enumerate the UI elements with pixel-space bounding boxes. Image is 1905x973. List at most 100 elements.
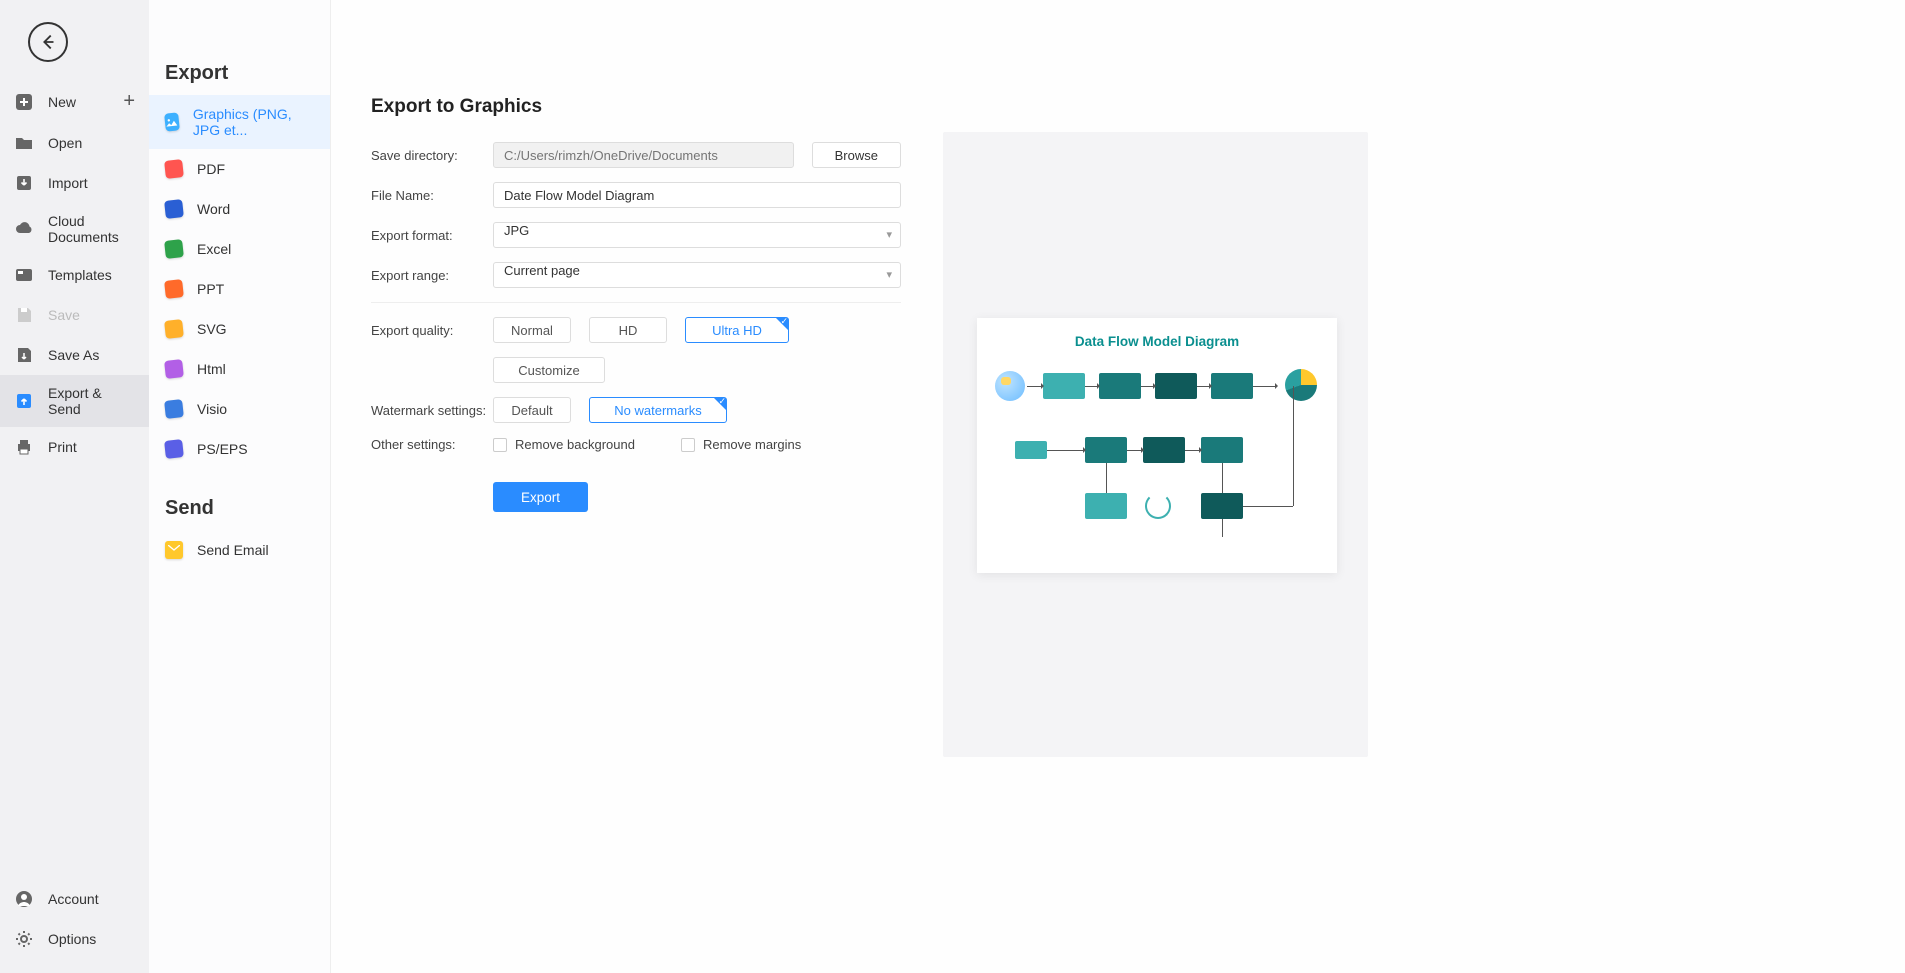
rail-label: Export & Send (48, 385, 135, 417)
row-file-name: File Name: (371, 182, 901, 208)
form-title: Export to Graphics (371, 96, 901, 118)
row-other: Other settings: Remove background Remove… (371, 437, 901, 452)
file-name-input[interactable] (493, 182, 901, 208)
label-quality: Export quality: (371, 323, 493, 338)
row-customize: Customize (371, 357, 901, 383)
format-label: Visio (197, 401, 227, 417)
pie-chart-icon (1285, 369, 1317, 401)
rail-item-saveas[interactable]: Save As (0, 335, 149, 375)
label-file-name: File Name: (371, 188, 493, 203)
rail-label: Print (48, 439, 77, 455)
label-range: Export range: (371, 268, 493, 283)
format-label: Excel (197, 241, 231, 257)
label-format: Export format: (371, 228, 493, 243)
export-icon (14, 391, 34, 411)
rail-label: Cloud Documents (48, 213, 135, 245)
row-export-btn: Export (371, 482, 901, 512)
preview-diagram (995, 363, 1319, 553)
templates-icon (14, 265, 34, 285)
label-other: Other settings: (371, 437, 493, 452)
rail-label: Open (48, 135, 82, 151)
ppt-icon (164, 279, 184, 299)
refresh-icon (1145, 493, 1171, 519)
main-content: Export to Graphics Save directory: Brows… (331, 0, 1905, 973)
rail-item-templates[interactable]: Templates (0, 255, 149, 295)
rail-label: Import (48, 175, 88, 191)
visio-icon (164, 399, 184, 419)
quality-ultra-hd[interactable]: Ultra HD (685, 317, 789, 343)
diagram-node (1015, 441, 1047, 459)
preview-document: Data Flow Model Diagram (977, 318, 1337, 573)
send-label: Send Email (197, 542, 269, 558)
quality-hd[interactable]: HD (589, 317, 667, 343)
image-icon (164, 112, 180, 131)
export-heading: Export (149, 62, 330, 95)
range-select[interactable]: Current page (493, 262, 901, 288)
format-item-pdf[interactable]: PDF (149, 149, 330, 189)
send-item-email[interactable]: Send Email (149, 530, 330, 570)
format-label: PPT (197, 281, 224, 297)
save-directory-input[interactable] (493, 142, 794, 168)
rail-item-cloud[interactable]: Cloud Documents (0, 203, 149, 255)
import-icon (14, 173, 34, 193)
save-icon (14, 305, 34, 325)
export-format-column: Export Graphics (PNG, JPG et... PDF Word… (149, 0, 331, 973)
quality-normal[interactable]: Normal (493, 317, 571, 343)
diagram-node (1211, 373, 1253, 399)
preview-panel: Data Flow Model Diagram (943, 132, 1368, 757)
diagram-node (1085, 493, 1127, 519)
diagram-node (1143, 437, 1185, 463)
account-icon (14, 889, 34, 909)
rail-label: Save (48, 307, 80, 323)
excel-icon (164, 239, 184, 259)
remove-margins-checkbox[interactable]: Remove margins (681, 437, 801, 452)
format-label: Html (197, 361, 226, 377)
diagram-node (1085, 437, 1127, 463)
rail-item-open[interactable]: Open (0, 123, 149, 163)
format-item-excel[interactable]: Excel (149, 229, 330, 269)
new-plus-icon[interactable]: + (123, 90, 135, 113)
rail-bottom: Account Options (0, 879, 149, 973)
browse-button[interactable]: Browse (812, 142, 901, 168)
diagram-node (1201, 493, 1243, 519)
rail-label: New (48, 94, 76, 110)
format-label: SVG (197, 321, 227, 337)
row-format: Export format: JPG (371, 222, 901, 248)
format-item-ppt[interactable]: PPT (149, 269, 330, 309)
diagram-node (1099, 373, 1141, 399)
format-label: PDF (197, 161, 225, 177)
remove-background-checkbox[interactable]: Remove background (493, 437, 635, 452)
format-item-ps[interactable]: PS/EPS (149, 429, 330, 469)
saveas-icon (14, 345, 34, 365)
folder-icon (14, 133, 34, 153)
watermark-none[interactable]: No watermarks (589, 397, 727, 423)
format-item-html[interactable]: Html (149, 349, 330, 389)
rail-item-options[interactable]: Options (0, 919, 149, 959)
svg-icon (164, 319, 184, 339)
watermark-default[interactable]: Default (493, 397, 571, 423)
globe-icon (995, 371, 1025, 401)
email-icon (165, 541, 183, 559)
format-item-svg[interactable]: SVG (149, 309, 330, 349)
quality-customize[interactable]: Customize (493, 357, 605, 383)
format-label: PS/EPS (197, 441, 248, 457)
checkbox-icon (493, 438, 507, 452)
html-icon (164, 359, 184, 379)
export-form: Export to Graphics Save directory: Brows… (371, 96, 901, 526)
back-button[interactable] (28, 22, 68, 62)
rail-label: Templates (48, 267, 112, 283)
rail-item-print[interactable]: Print (0, 427, 149, 467)
format-label: Word (197, 201, 230, 217)
format-item-visio[interactable]: Visio (149, 389, 330, 429)
export-button[interactable]: Export (493, 482, 588, 512)
format-item-word[interactable]: Word (149, 189, 330, 229)
rail-item-save: Save (0, 295, 149, 335)
row-range: Export range: Current page (371, 262, 901, 288)
format-item-graphics[interactable]: Graphics (PNG, JPG et... (149, 95, 330, 149)
format-select[interactable]: JPG (493, 222, 901, 248)
rail-item-import[interactable]: Import (0, 163, 149, 203)
rail-item-export[interactable]: Export & Send (0, 375, 149, 427)
rail-item-account[interactable]: Account (0, 879, 149, 919)
rail-item-new[interactable]: New + (0, 80, 149, 123)
cloud-icon (14, 219, 34, 239)
